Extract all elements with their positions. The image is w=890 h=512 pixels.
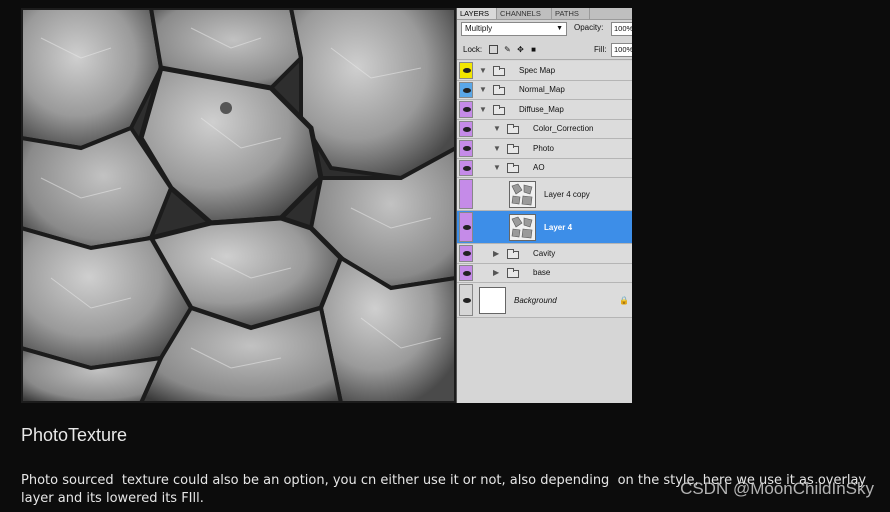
visibility-toggle[interactable] — [459, 140, 473, 157]
blend-mode-select[interactable]: Multiply ▼ — [461, 22, 567, 36]
folder-icon — [493, 65, 505, 76]
collapse-triangle-icon[interactable]: ▼ — [479, 66, 487, 76]
layer-name: Spec Map — [519, 65, 556, 75]
layer-row[interactable]: ▶ Cavity — [457, 244, 632, 264]
section-heading: PhotoTexture — [21, 425, 128, 445]
visibility-toggle[interactable] — [459, 179, 473, 209]
eye-icon — [463, 251, 471, 257]
visibility-toggle[interactable] — [459, 81, 473, 98]
tab-layers[interactable]: LAYERS — [457, 8, 497, 19]
lock-icon: 🔒 — [619, 295, 629, 305]
folder-icon — [507, 143, 519, 154]
lock-all-icon[interactable]: ■ — [529, 45, 538, 54]
layer-row[interactable]: Layer 4 — [457, 211, 632, 244]
layer-name: base — [533, 268, 551, 278]
layer-name: Layer 4 — [544, 222, 573, 232]
lock-brush-icon[interactable]: ✎ — [503, 45, 512, 54]
thumbnail-texture — [510, 182, 535, 207]
layer-name: Cavity — [533, 248, 556, 258]
visibility-toggle[interactable] — [459, 159, 473, 176]
visibility-toggle[interactable] — [459, 101, 473, 118]
screenshot-image: LAYERS CHANNELS PATHS Multiply ▼ Opacity… — [21, 8, 632, 403]
layer-name: Diffuse_Map — [519, 104, 564, 114]
layer-name: Color_Correction — [533, 124, 594, 134]
layer-row[interactable]: Layer 4 copy — [457, 178, 632, 211]
eye-icon — [463, 225, 471, 230]
layer-name: Layer 4 copy — [544, 189, 590, 199]
expand-triangle-icon[interactable]: ▶ — [493, 268, 499, 278]
folder-icon — [493, 104, 505, 115]
visibility-toggle[interactable] — [459, 62, 473, 79]
layer-thumbnail — [509, 214, 536, 241]
panel-tabs: LAYERS CHANNELS PATHS — [457, 8, 632, 20]
folder-icon — [507, 163, 519, 174]
texture-pit — [220, 102, 232, 114]
chevron-down-icon: ▼ — [556, 25, 563, 32]
layer-row[interactable]: ▼ AO — [457, 158, 632, 178]
eye-icon — [463, 68, 471, 74]
visibility-toggle[interactable] — [459, 245, 473, 262]
layer-name: AO — [533, 163, 545, 173]
eye-icon — [463, 146, 471, 152]
eye-icon — [463, 298, 471, 303]
collapse-triangle-icon[interactable]: ▼ — [493, 124, 501, 134]
layer-thumbnail — [479, 287, 506, 314]
collapse-triangle-icon[interactable]: ▼ — [479, 85, 487, 95]
layer-row[interactable]: ▼ Color_Correction — [457, 119, 632, 139]
lock-move-icon[interactable]: ✥ — [516, 45, 525, 54]
layer-row[interactable]: ▼ Spec Map — [457, 61, 632, 81]
folder-icon — [507, 248, 519, 259]
lock-transparency-icon[interactable] — [489, 45, 498, 54]
collapse-triangle-icon[interactable]: ▼ — [493, 144, 501, 154]
tab-paths[interactable]: PATHS — [552, 8, 590, 19]
tab-channels[interactable]: CHANNELS — [497, 8, 552, 19]
visibility-toggle[interactable] — [459, 212, 473, 242]
lock-label: Lock: — [463, 45, 483, 54]
fill-label: Fill: — [594, 45, 607, 54]
opacity-field[interactable]: 100% — [611, 22, 632, 36]
layer-thumbnail — [509, 181, 536, 208]
layer-name: Normal_Map — [519, 85, 565, 95]
layer-row[interactable]: ▼ Normal_Map — [457, 80, 632, 100]
fill-field[interactable]: 100% — [611, 43, 632, 57]
thumbnail-texture — [510, 215, 535, 240]
folder-icon — [493, 85, 505, 96]
eye-icon — [463, 107, 471, 113]
layer-row[interactable]: ▼ Diffuse_Map — [457, 100, 632, 120]
eye-icon — [463, 165, 471, 171]
layer-name: Photo — [533, 143, 554, 153]
layer-row[interactable]: ▼ Photo — [457, 139, 632, 159]
opacity-label: Opacity: — [574, 23, 604, 32]
stone-texture-artwork — [21, 8, 456, 403]
layer-row[interactable]: ▶ base — [457, 263, 632, 283]
expand-triangle-icon[interactable]: ▶ — [493, 249, 499, 259]
visibility-toggle[interactable] — [459, 284, 473, 316]
eye-icon — [463, 87, 471, 93]
watermark: CSDN @MoonChildInSky — [680, 479, 874, 498]
blend-mode-value: Multiply — [465, 24, 493, 33]
collapse-triangle-icon[interactable]: ▼ — [493, 163, 501, 173]
folder-icon — [507, 124, 519, 135]
eye-icon — [463, 126, 471, 132]
visibility-toggle[interactable] — [459, 120, 473, 137]
layer-row[interactable]: Background 🔒 — [457, 283, 632, 318]
visibility-toggle[interactable] — [459, 264, 473, 281]
layer-name: Background — [514, 295, 557, 305]
collapse-triangle-icon[interactable]: ▼ — [479, 105, 487, 115]
folder-icon — [507, 268, 519, 279]
eye-icon — [463, 270, 471, 276]
stone-texture-canvas — [21, 8, 456, 403]
lock-row: Lock: ✎ ✥ ■ Fill: 100% — [457, 41, 632, 60]
layers-panel: LAYERS CHANNELS PATHS Multiply ▼ Opacity… — [457, 8, 632, 403]
